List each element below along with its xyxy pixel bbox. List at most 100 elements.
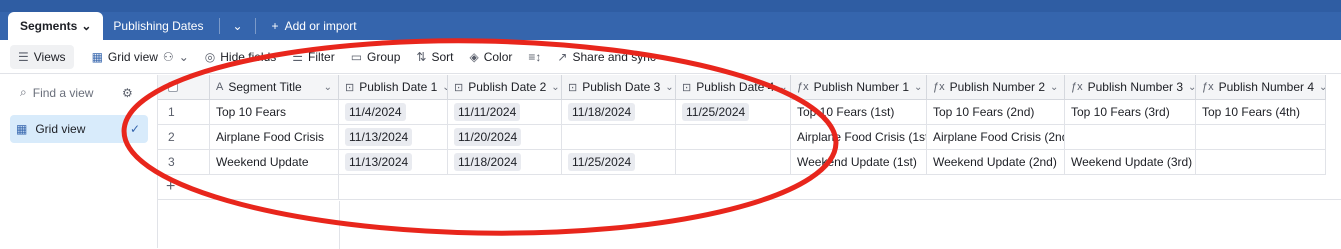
- date-value: 11/25/2024: [568, 153, 636, 171]
- column-header-label: Publish Number 1: [813, 80, 910, 94]
- hide-fields-label: Hide fields: [220, 49, 277, 64]
- column-header[interactable]: ⊡ Publish Date 1 ⌄: [339, 75, 448, 99]
- column-header-label: Publish Number 4: [1218, 80, 1315, 94]
- chevron-down-icon[interactable]: ⌄: [324, 82, 332, 93]
- date-cell[interactable]: [676, 150, 791, 174]
- table-row[interactable]: 2 Airplane Food Crisis 11/13/2024 11/20/…: [158, 125, 1326, 150]
- formula-cell[interactable]: Top 10 Fears (4th): [1196, 100, 1326, 124]
- select-all-checkbox[interactable]: [168, 82, 178, 92]
- formula-cell[interactable]: Airplane Food Crisis (1st): [791, 125, 927, 149]
- date-cell[interactable]: 11/11/2024: [448, 100, 562, 124]
- segment-title-cell[interactable]: Weekend Update: [210, 150, 339, 174]
- formula-cell[interactable]: Top 10 Fears (3rd): [1065, 100, 1196, 124]
- select-all-cell[interactable]: [158, 75, 210, 99]
- share-and-sync-button[interactable]: ↗ Share and sync: [549, 45, 663, 69]
- formula-cell[interactable]: [1196, 125, 1326, 149]
- date-field-icon: ⊡: [454, 81, 464, 94]
- header-row: A Segment Title ⌄ ⊡ Publish Date 1 ⌄ ⊡ P…: [158, 75, 1326, 100]
- filter-button[interactable]: ☰ Filter: [284, 45, 342, 69]
- paint-bucket-icon: ◈: [469, 49, 479, 64]
- group-button[interactable]: ▭ Group: [343, 45, 409, 69]
- formula-cell[interactable]: Weekend Update (2nd): [927, 150, 1065, 174]
- date-field-icon: ⊡: [682, 81, 692, 94]
- sort-button[interactable]: ⇅ Sort: [408, 45, 461, 69]
- date-value: 11/25/2024: [682, 103, 750, 121]
- group-icon: ▭: [350, 49, 363, 64]
- chevron-down-icon[interactable]: ⌄: [551, 82, 559, 93]
- views-button[interactable]: ☰ Views: [10, 44, 74, 69]
- top-strip: [0, 0, 1341, 12]
- column-header-label: Publish Number 3: [1087, 80, 1184, 94]
- formula-cell[interactable]: Airplane Food Crisis (2nd): [927, 125, 1065, 149]
- table-row[interactable]: 3 Weekend Update 11/13/2024 11/18/2024 1…: [158, 150, 1326, 175]
- chevron-down-icon[interactable]: ⌄: [779, 82, 787, 93]
- chevron-down-icon[interactable]: ⌄: [226, 12, 248, 40]
- date-cell[interactable]: [676, 125, 791, 149]
- formula-cell[interactable]: Weekend Update (1st): [791, 150, 927, 174]
- row-height-icon: ≡↕: [528, 49, 542, 64]
- chevron-down-icon[interactable]: ⌄: [1319, 82, 1325, 93]
- column-header[interactable]: ƒx Publish Number 3 ⌄: [1065, 75, 1196, 99]
- segment-title-cell[interactable]: Top 10 Fears: [210, 100, 339, 124]
- chevron-down-icon[interactable]: ⌄: [81, 19, 91, 33]
- formula-cell[interactable]: Weekend Update (3rd): [1065, 150, 1196, 174]
- formula-cell[interactable]: [1065, 125, 1196, 149]
- column-header[interactable]: ⊡ Publish Date 4 ⌄: [676, 75, 791, 99]
- tab-divider: [219, 18, 221, 34]
- date-cell[interactable]: 11/25/2024: [562, 150, 676, 174]
- formula-cell[interactable]: Top 10 Fears (1st): [791, 100, 927, 124]
- text-field-icon: A: [216, 81, 224, 93]
- column-header[interactable]: ƒx Publish Number 2 ⌄: [927, 75, 1065, 99]
- column-header[interactable]: ⊡ Publish Date 3 ⌄: [562, 75, 676, 99]
- tab-segments-label: Segments: [20, 19, 78, 33]
- sidebar-item-label: Grid view: [35, 122, 86, 136]
- column-header[interactable]: ⊡ Publish Date 2 ⌄: [448, 75, 562, 99]
- segment-title-cell[interactable]: Airplane Food Crisis: [210, 125, 339, 149]
- date-cell[interactable]: 11/18/2024: [562, 100, 676, 124]
- chevron-down-icon[interactable]: ⌄: [1188, 82, 1195, 93]
- date-cell[interactable]: 11/20/2024: [448, 125, 562, 149]
- column-header-label: Segment Title: [228, 80, 302, 94]
- chevron-down-icon[interactable]: ⌄: [914, 82, 922, 93]
- tab-publishing-dates-label: Publishing Dates: [113, 19, 204, 33]
- date-cell[interactable]: 11/4/2024: [339, 100, 448, 124]
- hide-fields-button[interactable]: ◎ Hide fields: [197, 45, 285, 69]
- column-header[interactable]: ƒx Publish Number 4 ⌄: [1196, 75, 1326, 99]
- gear-icon[interactable]: ⚙: [122, 86, 133, 100]
- sidebar-item-grid-view[interactable]: ▦ Grid view ✓: [10, 115, 148, 143]
- eye-slash-icon: ◎: [204, 49, 216, 64]
- column-divider: [339, 201, 340, 249]
- table-row[interactable]: 1 Top 10 Fears 11/4/2024 11/11/2024 11/1…: [158, 100, 1326, 125]
- date-cell[interactable]: 11/13/2024: [339, 150, 448, 174]
- add-row-button[interactable]: +: [158, 175, 339, 199]
- formula-cell[interactable]: [1196, 150, 1326, 174]
- formula-cell[interactable]: Top 10 Fears (2nd): [927, 100, 1065, 124]
- date-cell[interactable]: 11/13/2024: [339, 125, 448, 149]
- date-value: 11/11/2024: [454, 103, 521, 121]
- column-header-label: Publish Date 4: [696, 80, 775, 94]
- menu-icon: ☰: [18, 49, 29, 64]
- search-icon: ⌕: [20, 85, 27, 99]
- grid-view-switcher[interactable]: ▦ Grid view ⚇ ⌄: [84, 45, 197, 69]
- date-cell[interactable]: 11/25/2024: [676, 100, 791, 124]
- date-cell[interactable]: [562, 125, 676, 149]
- column-header[interactable]: A Segment Title ⌄: [210, 75, 339, 99]
- grid-view-label: Grid view: [107, 49, 158, 64]
- chevron-down-icon[interactable]: ⌄: [665, 82, 673, 93]
- formula-icon: ƒx: [797, 81, 809, 93]
- filter-label: Filter: [308, 49, 335, 64]
- group-label: Group: [367, 49, 401, 64]
- add-row[interactable]: +: [158, 175, 1341, 200]
- date-value: 11/20/2024: [454, 128, 522, 146]
- sort-label: Sort: [431, 49, 454, 64]
- tab-segments[interactable]: Segments ⌄: [8, 12, 104, 40]
- add-or-import-button[interactable]: + Add or import: [262, 12, 367, 40]
- color-button[interactable]: ◈ Color: [461, 45, 520, 69]
- chevron-down-icon[interactable]: ⌄: [1050, 82, 1058, 93]
- row-height-button[interactable]: ≡↕: [520, 45, 549, 69]
- date-cell[interactable]: 11/18/2024: [448, 150, 562, 174]
- formula-icon: ƒx: [1202, 81, 1214, 93]
- tab-publishing-dates[interactable]: Publishing Dates: [103, 12, 213, 40]
- formula-icon: ƒx: [1071, 81, 1083, 93]
- column-header[interactable]: ƒx Publish Number 1 ⌄: [791, 75, 927, 99]
